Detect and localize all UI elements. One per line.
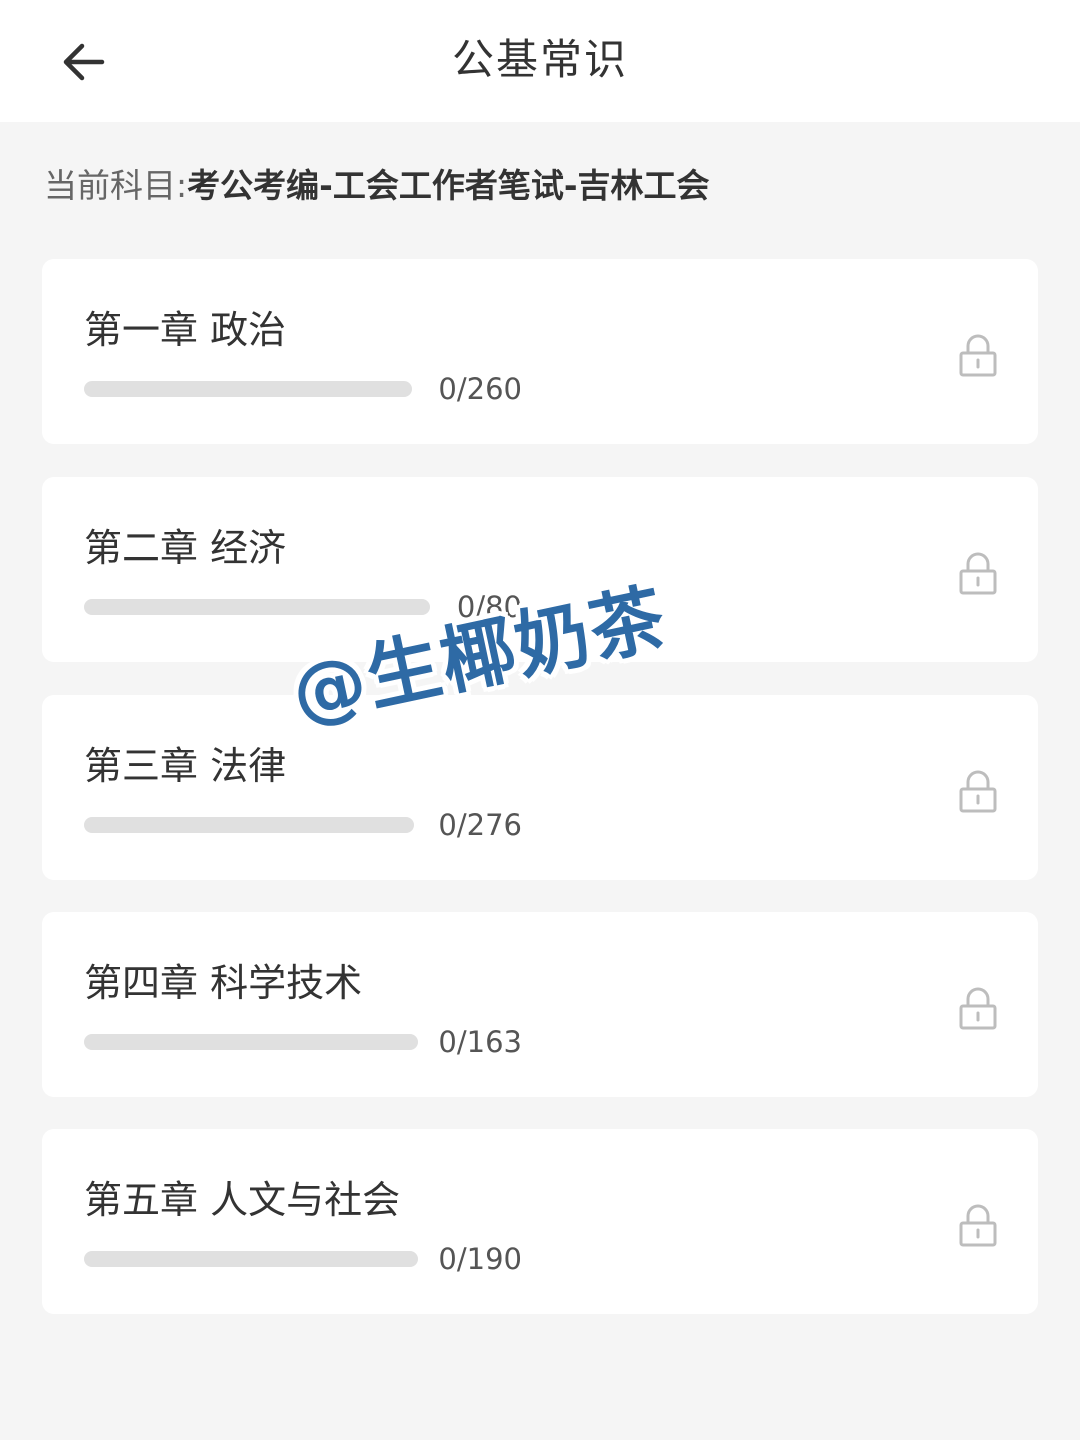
chapter-title: 第三章 法律 <box>84 744 287 788</box>
chapter-card-3[interactable]: 第三章 法律 0/276 <box>42 695 1038 880</box>
chapter-progress-count: 0/276 <box>438 808 522 842</box>
lock-icon <box>959 334 997 377</box>
chapter-card-4[interactable]: 第四章 科学技术 0/163 <box>42 912 1038 1097</box>
lock-icon <box>959 552 997 595</box>
chapter-title: 第五章 人文与社会 <box>84 1178 401 1222</box>
chapter-progress-bar <box>84 381 412 397</box>
chapter-progress-bar <box>84 1034 418 1050</box>
subject-value: 考公考编-工会工作者笔试-吉林工会 <box>187 166 710 205</box>
chapter-progress-count: 0/260 <box>438 372 522 406</box>
chapter-card-2[interactable]: 第二章 经济 0/80 <box>42 477 1038 662</box>
chapter-card-5[interactable]: 第五章 人文与社会 0/190 <box>42 1129 1038 1314</box>
chapter-card-1[interactable]: 第一章 政治 0/260 <box>42 259 1038 444</box>
lock-icon <box>959 770 997 813</box>
chapter-progress-bar <box>84 1251 418 1267</box>
chapter-title: 第一章 政治 <box>84 308 287 352</box>
lock-icon <box>959 987 997 1030</box>
app-header: 公基常识 <box>0 0 1080 122</box>
chapter-title: 第二章 经济 <box>84 526 287 570</box>
lock-icon <box>959 1204 997 1247</box>
page-title: 公基常识 <box>451 35 628 84</box>
chapter-progress-bar <box>84 599 430 615</box>
chapter-progress-count: 0/80 <box>456 590 522 624</box>
current-subject: 当前科目:考公考编-工会工作者笔试-吉林工会 <box>44 160 710 212</box>
chapter-title: 第四章 科学技术 <box>84 961 363 1005</box>
chapter-progress-count: 0/163 <box>438 1025 522 1059</box>
chapter-progress-bar <box>84 817 414 833</box>
subject-label: 当前科目: <box>44 166 188 205</box>
chapter-progress-count: 0/190 <box>438 1242 522 1276</box>
